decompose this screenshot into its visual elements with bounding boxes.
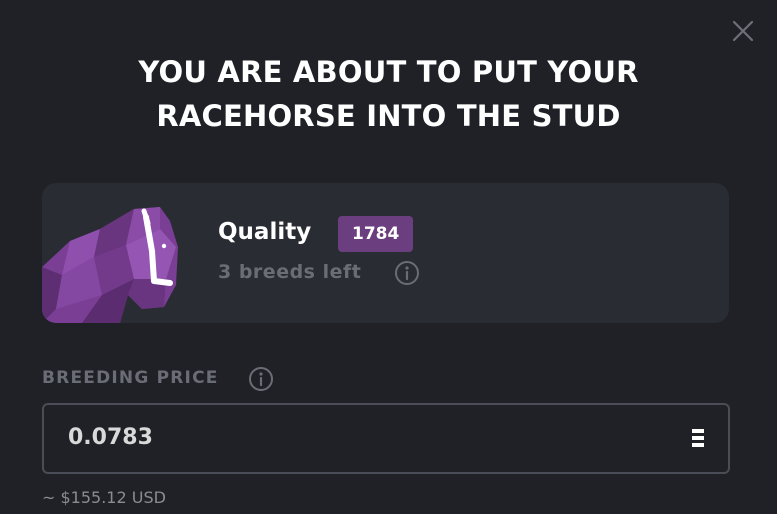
breeding-price-input[interactable]: 0.0783 bbox=[42, 403, 730, 474]
usd-estimate: ~ $155.12 USD bbox=[42, 488, 166, 507]
ethereum-icon bbox=[692, 429, 704, 447]
horse-head-image bbox=[42, 207, 178, 323]
horse-card: Quality 1784 3 breeds left bbox=[42, 183, 729, 323]
info-icon[interactable] bbox=[248, 366, 274, 392]
dialog-title: YOU ARE ABOUT TO PUT YOUR RACEHORSE INTO… bbox=[0, 50, 777, 138]
breeding-price-label: BREEDING PRICE bbox=[42, 368, 219, 388]
title-line-2: RACEHORSE INTO THE STUD bbox=[156, 99, 621, 133]
close-icon[interactable] bbox=[730, 18, 756, 44]
stud-dialog: YOU ARE ABOUT TO PUT YOUR RACEHORSE INTO… bbox=[0, 0, 777, 514]
title-line-1: YOU ARE ABOUT TO PUT YOUR bbox=[138, 55, 639, 89]
breeding-price-value: 0.0783 bbox=[68, 425, 153, 450]
quality-label: Quality bbox=[218, 219, 312, 245]
breeds-left-text: 3 breeds left bbox=[218, 261, 362, 283]
info-icon[interactable] bbox=[394, 260, 420, 286]
quality-badge: 1784 bbox=[338, 216, 414, 252]
